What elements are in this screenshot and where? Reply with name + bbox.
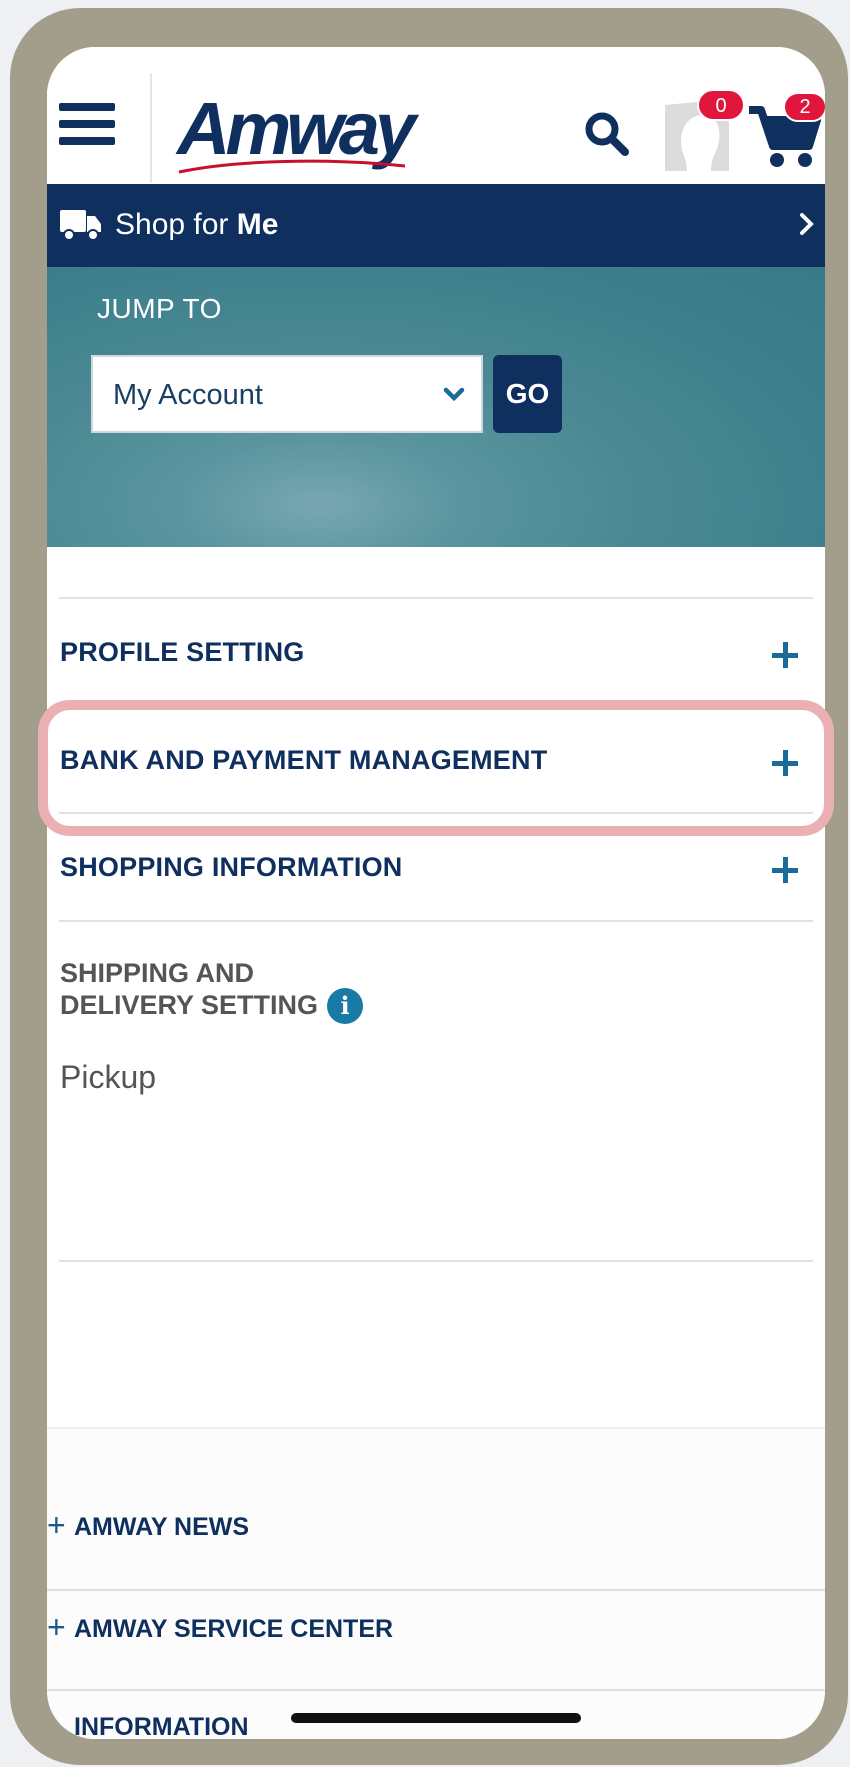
- section-divider: [59, 812, 813, 814]
- footer-link-service-center[interactable]: + AMWAY SERVICE CENTER: [47, 1591, 825, 1671]
- plus-icon[interactable]: [772, 857, 798, 883]
- logo-text: Amway: [177, 87, 416, 170]
- shop-for-label: Shop for Me: [115, 208, 279, 241]
- jump-to-select[interactable]: My Account: [91, 355, 483, 433]
- jump-to-label: JUMP TO: [97, 293, 222, 324]
- footer-link-label: AMWAY NEWS: [74, 1513, 250, 1541]
- chevron-right-icon: [800, 213, 814, 235]
- chevron-down-icon: [443, 387, 465, 402]
- plus-icon[interactable]: [772, 750, 798, 776]
- shop-for-bar[interactable]: Shop for Me: [47, 184, 825, 267]
- cart-badge: 2: [783, 92, 825, 122]
- section-divider: [59, 1260, 813, 1262]
- jump-to-value: My Account: [113, 379, 263, 411]
- shipping-title: SHIPPING AND DELIVERY SETTING: [60, 958, 319, 1020]
- plus-icon: +: [47, 1609, 66, 1645]
- footer: + AMWAY NEWS + AMWAY SERVICE CENTER INFO…: [47, 1427, 825, 1739]
- app-header: Amway 0 2: [47, 47, 825, 184]
- footer-link-label: AMWAY SERVICE CENTER: [74, 1615, 394, 1643]
- go-button[interactable]: GO: [493, 355, 562, 433]
- footer-link-amway-news[interactable]: + AMWAY NEWS: [47, 1489, 825, 1569]
- info-icon[interactable]: i: [327, 988, 363, 1024]
- shipping-value: Pickup: [60, 1059, 157, 1095]
- section-title: BANK AND PAYMENT MANAGEMENT: [60, 745, 548, 775]
- section-profile-setting[interactable]: PROFILE SETTING: [47, 602, 825, 702]
- section-divider: [59, 704, 813, 706]
- screen: Amway 0 2 Shop for Me JUMP TO My Account…: [47, 47, 825, 1739]
- search-icon[interactable]: [582, 109, 632, 159]
- header-divider: [150, 73, 152, 183]
- section-title: PROFILE SETTING: [60, 637, 305, 667]
- home-indicator[interactable]: [291, 1713, 581, 1723]
- section-title: SHOPPING INFORMATION: [60, 852, 403, 882]
- avatar-badge: 0: [697, 89, 745, 121]
- section-shopping-information[interactable]: SHOPPING INFORMATION: [47, 815, 825, 915]
- jump-to-panel: JUMP TO My Account GO: [47, 267, 825, 547]
- section-divider: [59, 920, 813, 922]
- section-divider: [59, 597, 813, 599]
- shop-for-target: Me: [236, 208, 279, 241]
- logo-swoosh: [178, 159, 406, 174]
- footer-link-label: INFORMATION: [74, 1713, 249, 1739]
- menu-icon[interactable]: [59, 103, 115, 153]
- amway-logo[interactable]: Amway: [177, 92, 416, 174]
- plus-icon: +: [47, 1507, 66, 1543]
- truck-icon: [60, 210, 101, 241]
- section-bank-payment[interactable]: BANK AND PAYMENT MANAGEMENT: [47, 707, 825, 807]
- plus-icon[interactable]: [772, 642, 798, 668]
